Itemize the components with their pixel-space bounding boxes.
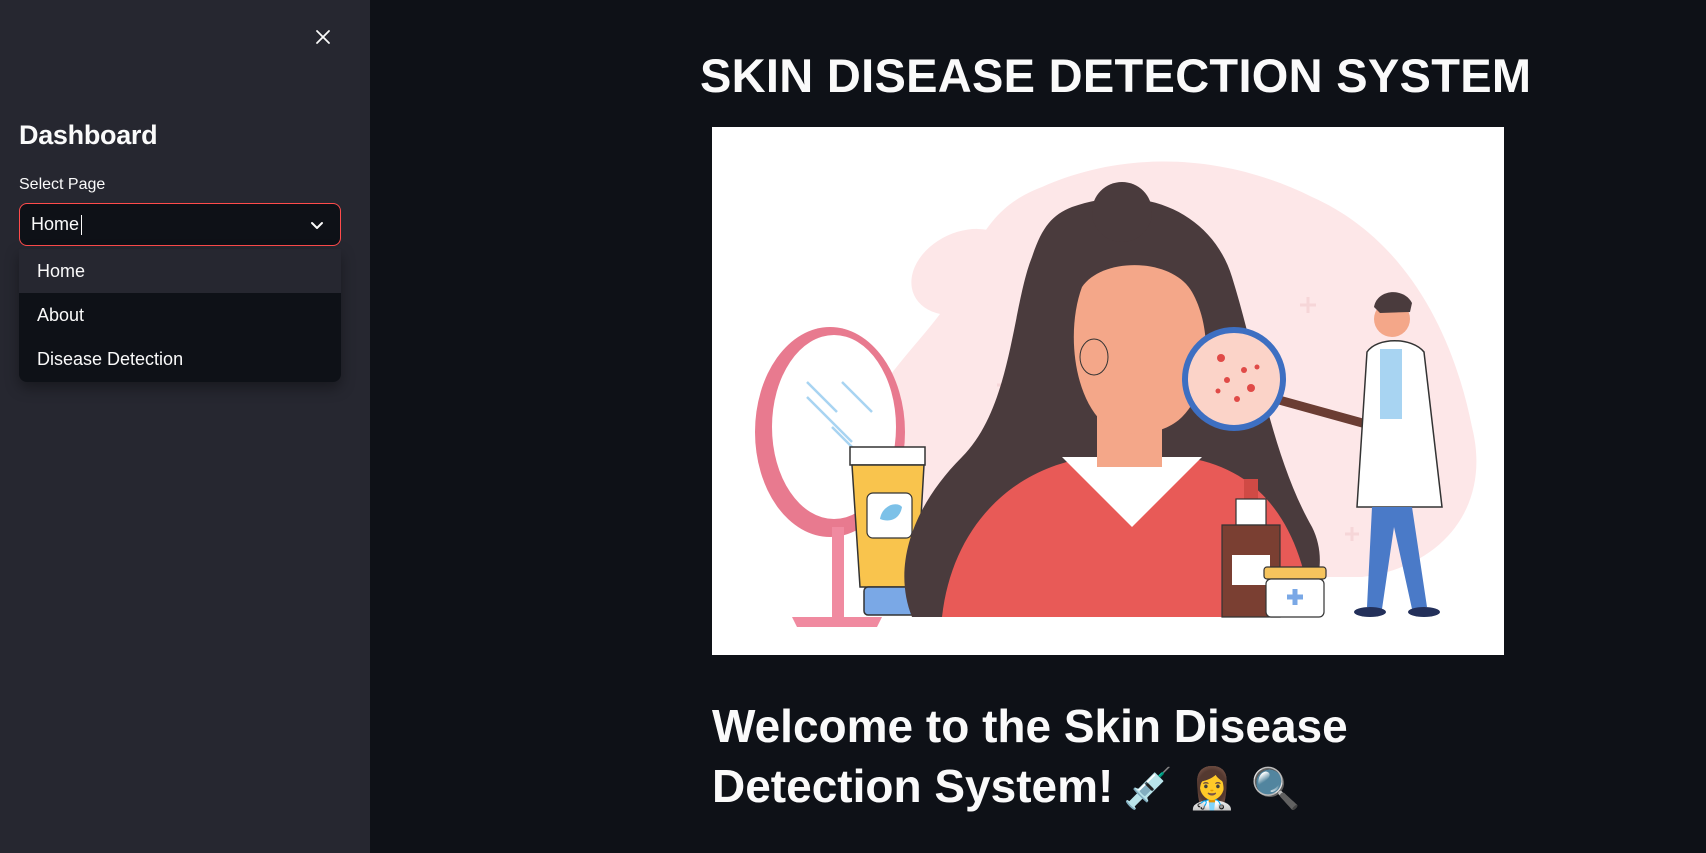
text-caret — [81, 214, 83, 235]
sidebar-title: Dashboard — [19, 120, 158, 150]
page-select-value: Home — [31, 214, 80, 234]
skin-examination-illustration — [755, 161, 1477, 627]
page-title: SKIN DISEASE DETECTION SYSTEM — [700, 49, 1532, 102]
hero-image — [712, 127, 1504, 655]
option-home[interactable]: Home — [19, 249, 341, 293]
option-about[interactable]: About — [19, 293, 341, 337]
sidebar: Dashboard Select Page Home Home About Di… — [0, 0, 370, 853]
close-icon — [316, 30, 330, 44]
page-select[interactable]: Home — [19, 203, 341, 246]
chevron-down-icon[interactable] — [308, 216, 326, 234]
welcome-emojis: 💉 👩‍⚕️ 🔍 — [1123, 766, 1301, 812]
page-select-menu: Home About Disease Detection — [19, 249, 341, 382]
select-page-label: Select Page — [19, 176, 106, 193]
option-disease-detection[interactable]: Disease Detection — [19, 337, 341, 381]
close-sidebar-button[interactable] — [310, 24, 336, 50]
welcome-heading: Welcome to the Skin Disease Detection Sy… — [712, 696, 1412, 819]
